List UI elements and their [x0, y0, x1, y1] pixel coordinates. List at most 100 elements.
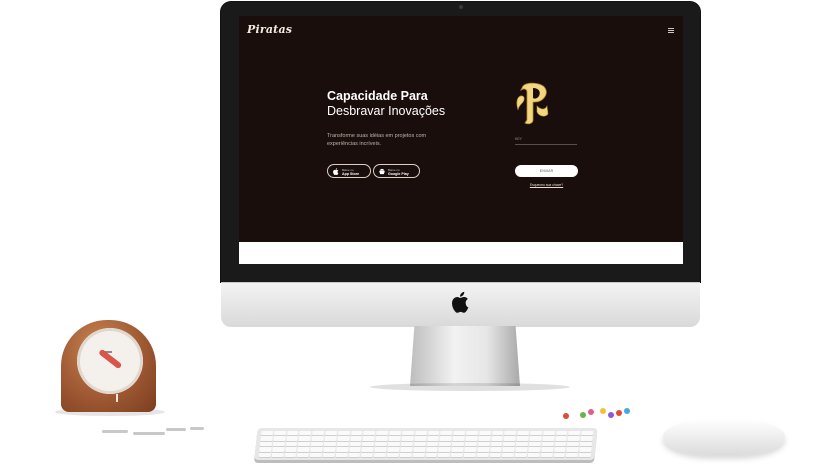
keyboard-key [464, 447, 477, 452]
keyboard-key [375, 436, 388, 441]
keyboard-key [259, 447, 272, 452]
keyboard-key [566, 447, 579, 452]
keyboard-key [362, 436, 376, 441]
keyboard-key [489, 452, 502, 457]
keyboard-key [439, 436, 452, 441]
candy [588, 409, 594, 415]
keyboard-key [451, 441, 465, 447]
candy [608, 412, 614, 418]
keyboard-key [568, 431, 581, 436]
clock-mark [116, 394, 118, 402]
keyboard-key [286, 431, 299, 436]
keyboard-key [285, 441, 298, 447]
key-input-label: KEY [515, 137, 523, 141]
site-logo[interactable]: Piratas [247, 23, 292, 36]
keyboard-key [426, 441, 439, 447]
keyboard-key [554, 436, 568, 441]
app-store-button[interactable]: Baixe no App Store [327, 164, 371, 178]
keyboard-keys [258, 431, 594, 457]
hero-title-bold: Capacidade Para [327, 89, 428, 103]
keyboard-key [450, 452, 464, 457]
keyboard-key [463, 452, 476, 457]
keyboard-key [529, 431, 543, 436]
keyboard-key [477, 441, 490, 447]
keyboard-key [337, 431, 351, 436]
keyboard-key [336, 447, 349, 452]
google-play-button[interactable]: Baixe no Google Play [373, 164, 420, 178]
keyboard-key [542, 436, 555, 441]
mouse [663, 419, 785, 455]
keyboard-key [271, 447, 285, 452]
keyboard-key [581, 431, 594, 436]
submit-button[interactable]: ENVIAR [515, 165, 578, 177]
keyboard-key [504, 431, 517, 436]
keyboard-key [258, 452, 271, 457]
paper-clip [190, 427, 204, 430]
keyboard-key [515, 447, 528, 452]
keyboard-key [515, 441, 529, 447]
keyboard-key [502, 447, 515, 452]
keyboard-key [451, 447, 464, 452]
imac-stand [410, 326, 520, 386]
keyboard-key [412, 452, 425, 457]
keyboard-key [440, 431, 453, 436]
keyboard-key [374, 447, 387, 452]
menu-icon[interactable] [668, 28, 674, 33]
keyboard-key [517, 431, 530, 436]
keyboard-key [578, 452, 592, 457]
keyboard-key [452, 436, 465, 441]
keyboard-key [376, 431, 389, 436]
keyboard-key [375, 441, 388, 447]
keyboard-key [272, 441, 285, 447]
keyboard-key [566, 452, 579, 457]
candy [624, 408, 630, 414]
keyboard-key [285, 436, 299, 441]
keyboard-key [260, 431, 274, 436]
hero-subtitle: Transforme suas idéias em projetos com e… [327, 133, 427, 147]
keyboard-key [337, 436, 350, 441]
keyboard-key [414, 436, 427, 441]
apple-icon [333, 168, 339, 175]
keyboard-key [554, 441, 567, 447]
keyboard-key [349, 436, 363, 441]
keyboard-key [299, 431, 312, 436]
keyboard-key [362, 441, 375, 447]
keyboard-key [414, 431, 427, 436]
keyboard-key [528, 441, 541, 447]
keyboard [254, 428, 598, 460]
keyboard-key [310, 441, 324, 447]
keyboard-key [528, 447, 541, 452]
keyboard-key [412, 447, 426, 452]
keyboard-key [273, 431, 286, 436]
keyboard-key [361, 447, 374, 452]
keyboard-key [413, 441, 426, 447]
keyboard-key [567, 436, 580, 441]
screen-footer-strip [239, 242, 683, 264]
keyboard-key [401, 431, 415, 436]
keyboard-key [361, 452, 374, 457]
keyboard-key [387, 441, 401, 447]
paper-clip [133, 432, 165, 435]
keyboard-key [476, 447, 490, 452]
keyboard-key [298, 436, 312, 441]
keyboard-key [516, 436, 529, 441]
keyboard-key [425, 452, 438, 457]
paper-clip [102, 430, 128, 433]
keyboard-key [579, 447, 592, 452]
keyboard-key [284, 452, 297, 457]
keyboard-key [540, 452, 553, 457]
paper-clip [166, 428, 186, 431]
keyboard-key [465, 431, 479, 436]
keyboard-key [273, 436, 286, 441]
keyboard-key [527, 452, 540, 457]
keyboard-key [489, 447, 503, 452]
keyboard-key [349, 441, 362, 447]
candy [600, 408, 606, 414]
keyboard-key [350, 431, 363, 436]
key-input[interactable] [515, 144, 577, 145]
keyboard-key [324, 431, 338, 436]
candy [616, 410, 622, 416]
forgot-key-link[interactable]: Esqueceu sua chave? [515, 183, 578, 187]
keyboard-key [271, 452, 284, 457]
hero-title-light: Desbravar Inovações [327, 104, 446, 118]
